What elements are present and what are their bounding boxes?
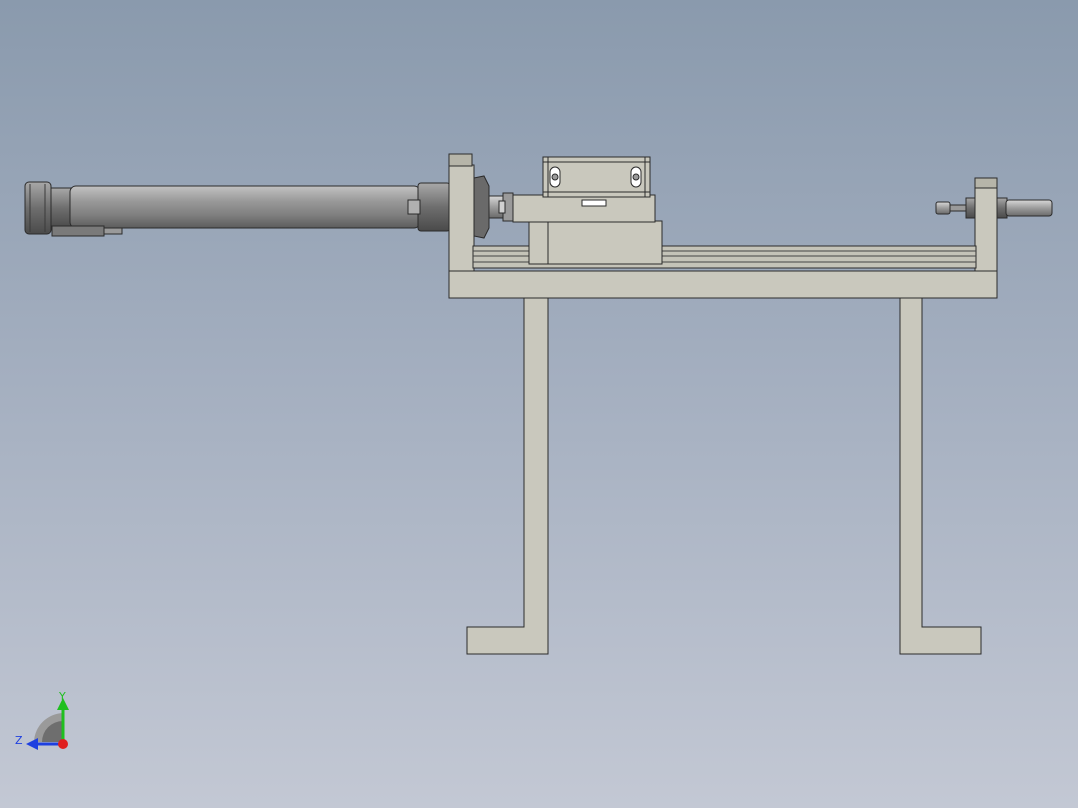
stopper-rod-left [935, 201, 951, 215]
stopper-rod-right [1005, 199, 1053, 217]
y-axis-label: Y [58, 690, 66, 703]
cylinder-end-cap [24, 181, 52, 235]
left-leg [466, 297, 549, 655]
right-upright-cap [974, 177, 998, 189]
left-upright-cap [448, 153, 473, 167]
slide-carriage[interactable] [512, 156, 663, 265]
x-axis-origin [58, 739, 68, 749]
right-upright-plate [974, 186, 998, 272]
cylinder-mount-tab [103, 227, 123, 235]
stopper-nut [965, 197, 976, 219]
cylinder-barrel [69, 185, 421, 229]
z-axis-label: Z [15, 734, 23, 747]
cylinder-mount-foot [51, 225, 105, 237]
pneumatic-cylinder[interactable] [24, 181, 451, 237]
left-upright-plate [448, 164, 475, 272]
z-axis-arrow [26, 738, 38, 750]
axis-triad: Y Z [15, 690, 69, 750]
rod-coupling [473, 175, 514, 239]
right-leg [899, 297, 982, 655]
carriage-block [528, 220, 663, 265]
cylinder-front-head [417, 182, 451, 232]
carriage-slot [581, 199, 607, 207]
carriage-plate [512, 194, 656, 223]
cad-viewport[interactable]: Y Z [0, 0, 1078, 808]
base-beam [448, 270, 998, 299]
